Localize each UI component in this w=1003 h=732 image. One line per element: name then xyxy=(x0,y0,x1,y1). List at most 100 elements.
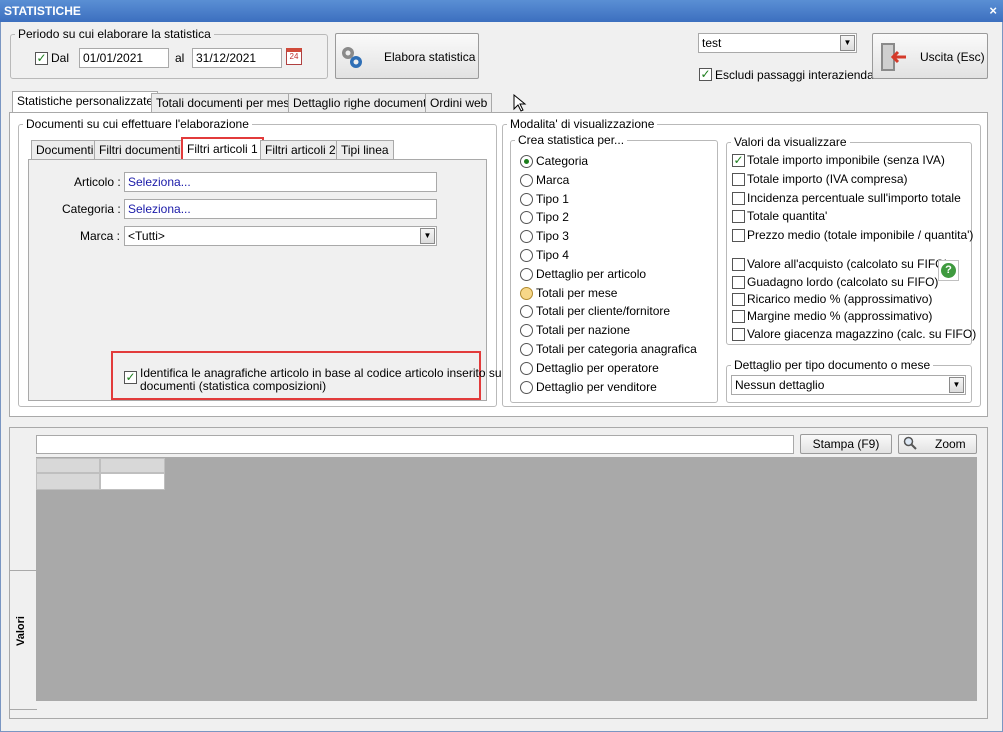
crea-option-label: Tipo 2 xyxy=(536,210,569,225)
close-icon[interactable]: × xyxy=(989,0,997,22)
grid-row-header xyxy=(36,473,100,490)
calendar-icon[interactable]: 24 xyxy=(286,48,302,65)
crea-option-label: Tipo 4 xyxy=(536,248,569,262)
mouse-cursor-icon xyxy=(513,93,527,112)
valori-option-label: Incidenza percentuale sull'importo total… xyxy=(747,191,961,205)
valori-option-label: Guadagno lordo (calcolato su FIFO) xyxy=(747,275,939,289)
crea-option-label: Tipo 1 xyxy=(536,191,569,206)
identifica-checkbox[interactable]: ✓ xyxy=(124,371,137,384)
valori-checkbox[interactable] xyxy=(732,258,745,271)
marca-value: <Tutti> xyxy=(128,229,165,243)
valori-option-label: Valore giacenza magazzino (calc. su FIFO… xyxy=(747,327,977,341)
grid-header-cell xyxy=(100,458,165,473)
uscita-label: Uscita (Esc) xyxy=(920,50,985,64)
tab-totali-documenti-per-mese[interactable]: Totali documenti per mese xyxy=(151,93,302,113)
stampa-button[interactable]: Stampa (F9) xyxy=(800,434,892,454)
crea-option-label: Marca xyxy=(536,172,570,187)
grid-corner-cell xyxy=(36,458,100,473)
tab-ordini-web[interactable]: Ordini web xyxy=(425,93,493,113)
crea-option-label: Totali per nazione xyxy=(536,323,631,338)
tab-filtri-documenti[interactable]: Filtri documenti xyxy=(94,140,186,160)
elabora-statistica-button[interactable]: Elabora statistica xyxy=(335,33,479,79)
period-legend: Periodo su cui elaborare la statistica xyxy=(18,27,211,41)
chevron-down-icon[interactable]: ▼ xyxy=(420,228,435,244)
crea-radio[interactable] xyxy=(520,380,533,394)
dettaglio-select[interactable]: Nessun dettaglio ▼ xyxy=(731,375,966,395)
identifica-label-line2: documenti (statistica composizioni) xyxy=(140,379,327,393)
valori-checkbox[interactable] xyxy=(732,293,745,306)
chevron-down-icon[interactable]: ▼ xyxy=(949,377,964,393)
tab-statistiche-personalizzate[interactable]: Statistiche personalizzate xyxy=(12,91,159,113)
identifica-label-line1: Identifica le anagrafiche articolo in ba… xyxy=(140,366,505,380)
valori-option-label: Margine medio % (approssimativo) xyxy=(747,309,933,323)
valori-checkbox[interactable]: ✓ xyxy=(732,154,745,167)
valori-option-label: Prezzo medio (totale imponibile / quanti… xyxy=(747,228,974,242)
valori-checkbox[interactable] xyxy=(732,173,745,186)
valori-checkbox[interactable] xyxy=(732,328,745,341)
crea-option-label: Totali per categoria anagrafica xyxy=(536,342,697,356)
chevron-down-icon[interactable]: ▼ xyxy=(840,35,855,51)
tab-filtri-articoli-2[interactable]: Filtri articoli 2 xyxy=(260,140,341,160)
profile-select[interactable]: test ▼ xyxy=(698,33,857,53)
marca-select[interactable]: <Tutti> ▼ xyxy=(124,226,437,246)
tab-dettaglio-righe-documenti[interactable]: Dettaglio righe documenti xyxy=(288,93,435,113)
articolo-label: Articolo : xyxy=(74,175,121,189)
zoom-button[interactable]: Zoom xyxy=(898,434,977,454)
from-date-input[interactable]: 01/01/2021 xyxy=(79,48,169,68)
crea-radio[interactable] xyxy=(520,173,533,187)
valori-checkbox[interactable] xyxy=(732,192,745,205)
dal-checkbox[interactable]: ✓ xyxy=(35,52,48,65)
tab-filtri-articoli-1[interactable]: Filtri articoli 1 xyxy=(181,137,264,162)
crea-radio[interactable] xyxy=(520,286,533,300)
crea-radio[interactable] xyxy=(520,249,533,262)
crea-radio[interactable] xyxy=(520,192,533,206)
profile-value: test xyxy=(702,36,722,50)
tab-tipi-linea[interactable]: Tipi linea xyxy=(336,140,394,160)
crea-option-label: Totali per cliente/fornitore xyxy=(536,304,671,319)
valori-option-label: Totale importo imponibile (senza IVA) xyxy=(747,153,945,167)
valori-option-label: Ricarico medio % (approssimativo) xyxy=(747,292,933,306)
articolo-input[interactable]: Seleziona... xyxy=(124,172,437,192)
to-date-input[interactable]: 31/12/2021 xyxy=(192,48,282,68)
dettaglio-legend: Dettaglio per tipo documento o mese xyxy=(734,358,931,372)
crea-radio[interactable] xyxy=(520,267,533,281)
grid-cell[interactable] xyxy=(100,473,165,490)
crea-option-label: Totali per mese xyxy=(536,285,618,300)
results-grid[interactable] xyxy=(36,457,977,701)
uscita-button[interactable]: Uscita (Esc) xyxy=(872,33,988,79)
documents-legend: Documenti su cui effettuare l'elaborazio… xyxy=(26,117,249,131)
magnifier-icon xyxy=(903,436,917,450)
escludi-checkbox[interactable]: ✓ xyxy=(699,68,712,81)
valori-option-label: Totale quantita' xyxy=(747,209,828,223)
help-icon[interactable]: ? xyxy=(938,260,959,281)
visualizzazione-legend: Modalita' di visualizzazione xyxy=(510,117,655,131)
valori-option-label: Totale importo (IVA compresa) xyxy=(747,172,908,186)
exit-door-icon xyxy=(878,40,908,74)
crea-option-label: Dettaglio per articolo xyxy=(536,266,647,281)
marca-label: Marca : xyxy=(80,229,121,243)
escludi-label: Escludi passaggi interaziendali xyxy=(715,68,880,82)
valori-checkbox[interactable] xyxy=(732,276,745,289)
al-label: al xyxy=(175,51,185,65)
tab-documenti[interactable]: Documenti xyxy=(31,140,99,160)
results-search-input[interactable] xyxy=(36,435,794,454)
dal-label: Dal xyxy=(51,51,70,65)
help-glyph: ? xyxy=(941,263,956,278)
valori-checkbox[interactable] xyxy=(732,229,745,242)
crea-option-label: Dettaglio per venditore xyxy=(536,379,657,394)
window-titlebar: STATISTICHE × xyxy=(0,0,1003,22)
window-title: STATISTICHE xyxy=(4,4,81,18)
crea-option-label: Categoria xyxy=(536,154,589,168)
crea-radio[interactable] xyxy=(520,361,533,375)
dettaglio-value: Nessun dettaglio xyxy=(735,378,825,392)
valori-checkbox[interactable] xyxy=(732,310,745,323)
valori-checkbox[interactable] xyxy=(732,210,745,223)
gears-icon xyxy=(340,44,364,70)
categoria-input[interactable]: Seleziona... xyxy=(124,199,437,219)
crea-radio[interactable] xyxy=(520,155,533,168)
crea-option-label: Tipo 3 xyxy=(536,229,569,244)
crea-radio[interactable] xyxy=(520,343,533,356)
valori-legend: Valori da visualizzare xyxy=(734,135,847,149)
zoom-label: Zoom xyxy=(935,437,966,451)
side-tab-valori[interactable]: Valori xyxy=(9,570,37,710)
